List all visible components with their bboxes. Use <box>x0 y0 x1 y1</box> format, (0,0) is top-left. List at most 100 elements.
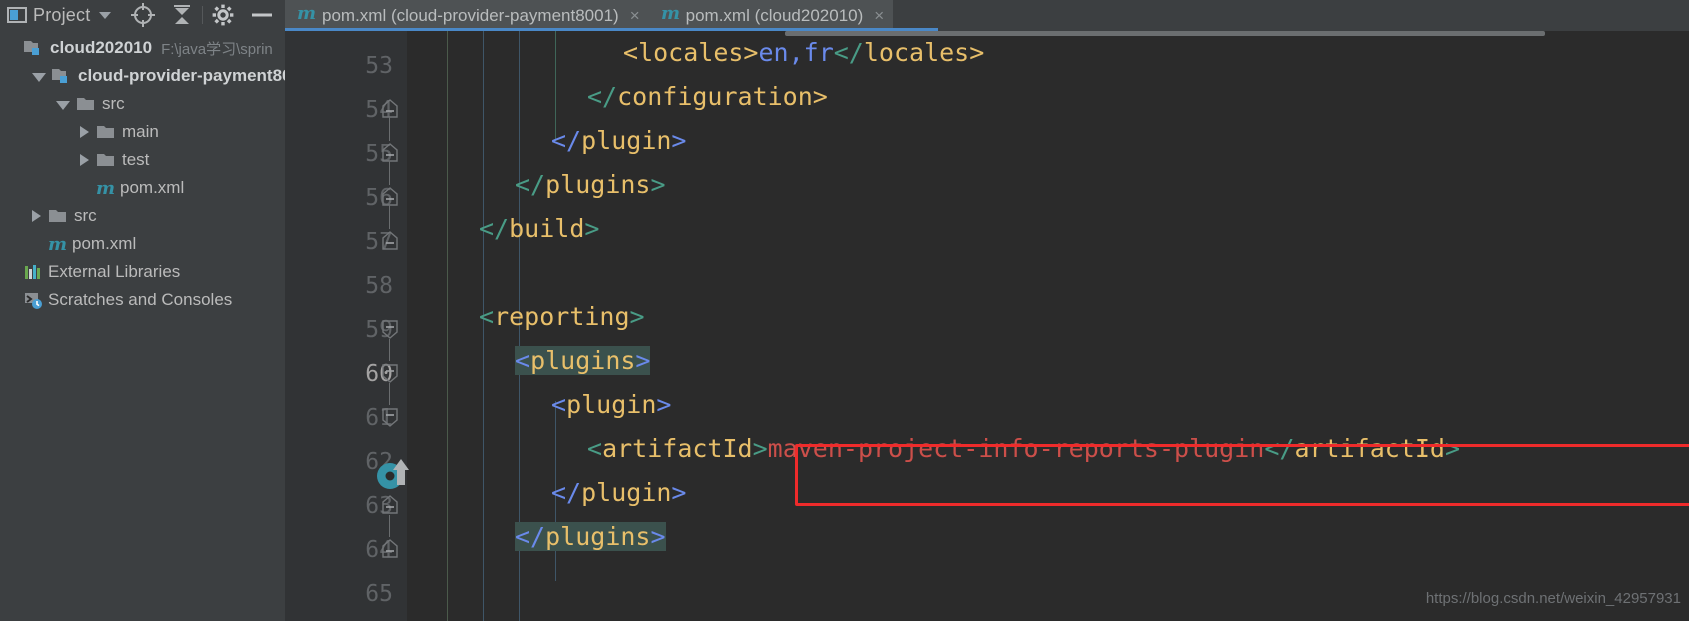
idea-window: Project cloud202010 F:\java学习\sprin clou… <box>0 0 1689 621</box>
code-text[interactable]: <locales>en,fr</locales> </configuration>… <box>407 31 1689 621</box>
code-line-59[interactable]: <reporting> <box>479 295 645 339</box>
tree-item-pom-xml[interactable]: m pom.xml <box>0 230 285 258</box>
code-token: > <box>752 434 768 463</box>
code-token: locales <box>863 38 970 67</box>
tree-item-label: pom.xml <box>72 234 137 253</box>
code-token: </ <box>551 126 582 155</box>
editor-tabbar: m pom.xml (cloud-provider-payment8001) ×… <box>285 0 1689 31</box>
collapse-all-icon[interactable] <box>170 3 194 27</box>
editor-gutter[interactable]: 53 54 55 56 57 58 59 60 61 62 63 64 65 <box>285 31 407 621</box>
chevron-right-icon[interactable] <box>80 126 89 138</box>
tree-item-label: cloud-provider-payment8001 <box>78 66 311 85</box>
tree-item-src[interactable]: src <box>0 90 285 118</box>
code-line-56[interactable]: </plugins> <box>515 163 666 207</box>
code-token: > <box>812 82 828 111</box>
code-token: reporting <box>494 302 630 331</box>
editor-tab-pom-payment8001[interactable]: m pom.xml (cloud-provider-payment8001) × <box>285 0 649 31</box>
code-line-61[interactable]: <plugin> <box>551 383 671 427</box>
folder-icon <box>95 150 117 170</box>
code-token: > <box>671 126 687 155</box>
maven-m-icon: m <box>47 234 67 254</box>
tree-item-label: Scratches and Consoles <box>48 290 233 309</box>
editor-tab-pom-cloud202010[interactable]: m pom.xml (cloud202010) × <box>648 0 894 31</box>
chevron-down-icon[interactable] <box>99 11 112 19</box>
code-line-62[interactable]: <artifactId>maven-project-info-reports-p… <box>587 427 1460 471</box>
code-token: < <box>623 38 639 67</box>
code-token: plugins <box>530 346 636 375</box>
code-token: </ <box>515 170 546 199</box>
code-token: plugin <box>581 478 672 507</box>
folder-icon <box>47 206 69 226</box>
code-token: build <box>509 214 585 243</box>
tree-item-main[interactable]: main <box>0 118 285 146</box>
code-line-64[interactable]: </plugins> <box>515 515 666 559</box>
code-fold-marker[interactable] <box>381 363 399 383</box>
line-number: 53 <box>365 53 393 79</box>
code-token: plugin <box>566 390 657 419</box>
tree-item-src[interactable]: src <box>0 202 285 230</box>
chevron-down-icon[interactable] <box>32 72 46 82</box>
fold-connector-line <box>389 383 390 405</box>
close-icon[interactable]: × <box>874 7 884 24</box>
gear-icon[interactable] <box>211 3 235 27</box>
code-token: < <box>479 302 495 331</box>
maven-m-icon: m <box>95 178 115 198</box>
toolbar-divider <box>202 6 203 24</box>
code-token: < <box>551 390 567 419</box>
tree-item-scratches-and-consoles[interactable]: Scratches and Consoles <box>0 286 285 314</box>
code-line-63[interactable]: </plugin> <box>551 471 686 515</box>
code-line-57[interactable]: </build> <box>479 207 599 251</box>
code-token: en,fr <box>758 38 834 67</box>
code-fold-marker[interactable] <box>381 319 399 339</box>
toolbar-buttons <box>130 0 283 30</box>
code-fold-marker[interactable] <box>381 143 399 162</box>
tree-item-test[interactable]: test <box>0 146 285 174</box>
tree-item-cloud202010[interactable]: cloud202010 F:\java学习\sprin <box>0 34 285 62</box>
folder-icon <box>95 122 117 142</box>
code-line-55[interactable]: </plugin> <box>551 119 686 163</box>
code-token: plugins <box>545 170 651 199</box>
code-fold-marker[interactable] <box>381 539 399 558</box>
chevron-right-icon[interactable] <box>80 154 89 166</box>
code-line-60[interactable]: <plugins> <box>515 339 651 383</box>
maven-m-icon: m <box>661 3 680 28</box>
tree-item-label: External Libraries <box>48 262 181 281</box>
minimize-icon[interactable] <box>249 3 275 27</box>
code-token: artifactId <box>1294 434 1445 463</box>
project-window-icon <box>7 5 27 25</box>
tree-item-pom-xml[interactable]: m pom.xml <box>0 174 285 202</box>
code-token: < <box>515 346 531 375</box>
locate-icon[interactable] <box>130 2 156 28</box>
code-line-54[interactable]: </configuration> <box>587 75 828 119</box>
code-token: < <box>587 434 603 463</box>
code-fold-marker[interactable] <box>381 407 399 427</box>
tree-item-cloud-provider-payment8001[interactable]: cloud-provider-payment8001 <box>0 62 310 90</box>
project-label: Project <box>33 4 91 25</box>
chevron-down-icon[interactable] <box>56 100 70 110</box>
code-fold-marker[interactable] <box>381 99 399 118</box>
code-token: </ <box>479 214 510 243</box>
svg-text:m: m <box>96 178 115 198</box>
code-fold-marker[interactable] <box>381 495 399 514</box>
line-number: 58 <box>365 273 393 299</box>
code-line-53[interactable]: <locales>en,fr</locales> <box>623 31 984 75</box>
indent-guide <box>519 361 520 621</box>
tree-item-external-libraries[interactable]: External Libraries <box>0 258 285 286</box>
code-fold-marker[interactable] <box>381 187 399 206</box>
fold-connector-line <box>389 515 390 537</box>
close-icon[interactable]: × <box>630 7 640 24</box>
code-token: </ <box>1264 434 1295 463</box>
chevron-right-icon[interactable] <box>32 210 41 222</box>
code-token: > <box>650 522 666 551</box>
tree-item-label: src <box>102 94 125 113</box>
fold-connector-line <box>389 339 390 361</box>
tree-item-label: main <box>122 122 159 141</box>
project-tree[interactable]: cloud202010 F:\java学习\sprin cloud-provider… <box>0 30 310 621</box>
code-token: > <box>969 38 985 67</box>
fold-connector-line <box>389 205 390 229</box>
watermark: https://blog.csdn.net/weixin_42957931 <box>1425 590 1681 607</box>
maven-m-icon: m <box>297 3 316 28</box>
tree-item-label: cloud202010 <box>50 38 153 57</box>
code-editor[interactable]: 53 54 55 56 57 58 59 60 61 62 63 64 65 <locales>en,f… <box>285 31 1689 621</box>
code-fold-marker[interactable] <box>381 231 399 250</box>
